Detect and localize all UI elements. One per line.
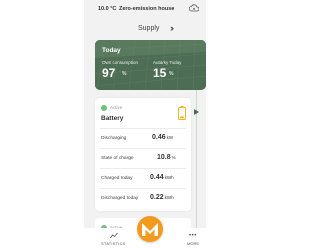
app-screen: 10.0 °C Zero-emission house ⌄ Supply ›› xyxy=(84,0,206,248)
own-consumption-label: Own consumption xyxy=(102,60,139,65)
own-consumption-value: 97 xyxy=(102,66,116,80)
battery-icon xyxy=(178,106,186,120)
row-value: 0.22kWh xyxy=(150,194,174,201)
forward-arrow-icon[interactable]: ›› xyxy=(170,23,174,33)
battery-row-discharged-today: Discharged today 0.22kWh xyxy=(100,188,186,208)
row-label: Discharged today xyxy=(101,196,139,201)
autarky-unit: % xyxy=(169,71,174,77)
battery-card[interactable]: Active Battery Discharging 0.46kW State … xyxy=(95,98,191,211)
top-bar: 10.0 °C Zero-emission house ⌄ xyxy=(84,0,206,18)
supply-title: Supply xyxy=(138,25,160,32)
battery-row-state-of-charge: State of charge 10.8% xyxy=(100,148,186,168)
row-label: State of charge xyxy=(101,156,134,161)
row-unit: % xyxy=(171,155,176,160)
battery-row-discharging: Discharging 0.46kW xyxy=(100,128,186,148)
battery-row-charged-today: Charged today 0.44kWh xyxy=(100,168,186,188)
own-consumption-unit: % xyxy=(122,71,127,77)
autarky-value: 15 xyxy=(153,66,167,80)
cloud-icon[interactable] xyxy=(189,4,199,12)
row-value: 10.8% xyxy=(157,154,176,161)
row-label: Discharging xyxy=(101,136,127,141)
row-value: 0.46kW xyxy=(152,134,174,141)
battery-title: Battery xyxy=(101,115,124,122)
row-unit: kW xyxy=(166,135,174,140)
today-title: Today xyxy=(102,47,121,54)
status-indicator xyxy=(101,105,107,111)
more-icon[interactable]: ••• xyxy=(189,233,197,239)
statistics-icon[interactable] xyxy=(110,232,118,239)
temperature-readout: 10.0 °C xyxy=(98,6,117,12)
m-logo-icon xyxy=(142,223,158,236)
home-fab-button[interactable] xyxy=(137,216,163,242)
today-summary-card[interactable]: Today Own consumption Autarky Today 97 %… xyxy=(95,40,206,90)
row-label: Charged today xyxy=(101,176,133,181)
flow-arrow-icon xyxy=(194,109,199,115)
supply-header: Supply ›› xyxy=(84,22,206,36)
status-label: Active xyxy=(110,105,123,110)
nav-more[interactable]: MORE xyxy=(187,241,199,246)
chevron-down-icon[interactable]: ⌄ xyxy=(171,5,175,11)
nav-statistics[interactable]: STATISTICS xyxy=(101,241,126,246)
row-unit: kWh xyxy=(164,195,174,200)
row-value: 0.44kWh xyxy=(150,174,174,181)
location-selector[interactable]: Zero-emission house xyxy=(119,6,174,12)
autarky-label: Autarky Today xyxy=(153,60,182,65)
row-unit: kWh xyxy=(164,175,174,180)
